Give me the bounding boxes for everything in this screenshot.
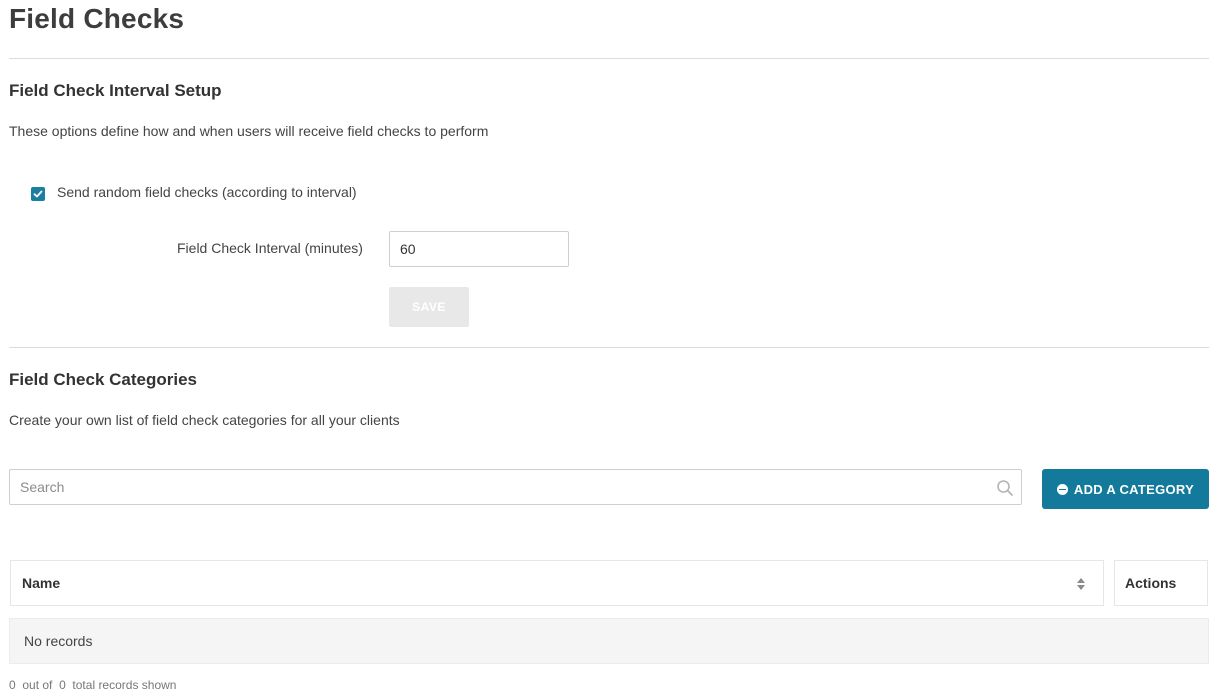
check-icon [33, 190, 43, 198]
search-box [9, 469, 1022, 505]
records-out-of-label: out of [22, 678, 53, 691]
random-checks-checkbox[interactable] [31, 187, 45, 201]
add-category-label: ADD A CATEGORY [1073, 481, 1195, 497]
random-checks-label[interactable]: Send random field checks (according to i… [57, 184, 357, 200]
page-title: Field Checks [9, 3, 185, 34]
column-header-name[interactable]: Name [10, 560, 1104, 606]
save-button[interactable]: SAVE [389, 287, 469, 327]
records-total: 0 [59, 678, 66, 691]
sort-icon[interactable] [1076, 577, 1086, 591]
column-header-actions: Actions [1114, 560, 1208, 606]
search-icon[interactable] [996, 479, 1014, 497]
interval-label: Field Check Interval (minutes) [177, 240, 363, 256]
column-header-actions-label: Actions [1125, 575, 1177, 591]
table-empty-row: No records [9, 618, 1209, 664]
empty-message: No records [24, 633, 93, 649]
add-category-button[interactable]: ADD A CATEGORY [1042, 469, 1209, 509]
categories-description: Create your own list of field check cate… [9, 412, 400, 428]
records-suffix: total records shown [72, 678, 177, 691]
divider [9, 58, 1209, 59]
records-shown: 0 [9, 678, 16, 691]
search-input[interactable] [10, 470, 990, 504]
column-header-name-label: Name [22, 575, 61, 591]
interval-input[interactable] [389, 231, 569, 267]
records-count: 0 out of 0 total records shown [9, 678, 176, 691]
plus-circle-icon [1056, 483, 1068, 495]
categories-title: Field Check Categories [9, 370, 198, 389]
interval-setup-title: Field Check Interval Setup [9, 81, 222, 100]
divider [9, 347, 1209, 348]
interval-setup-description: These options define how and when users … [9, 123, 489, 139]
